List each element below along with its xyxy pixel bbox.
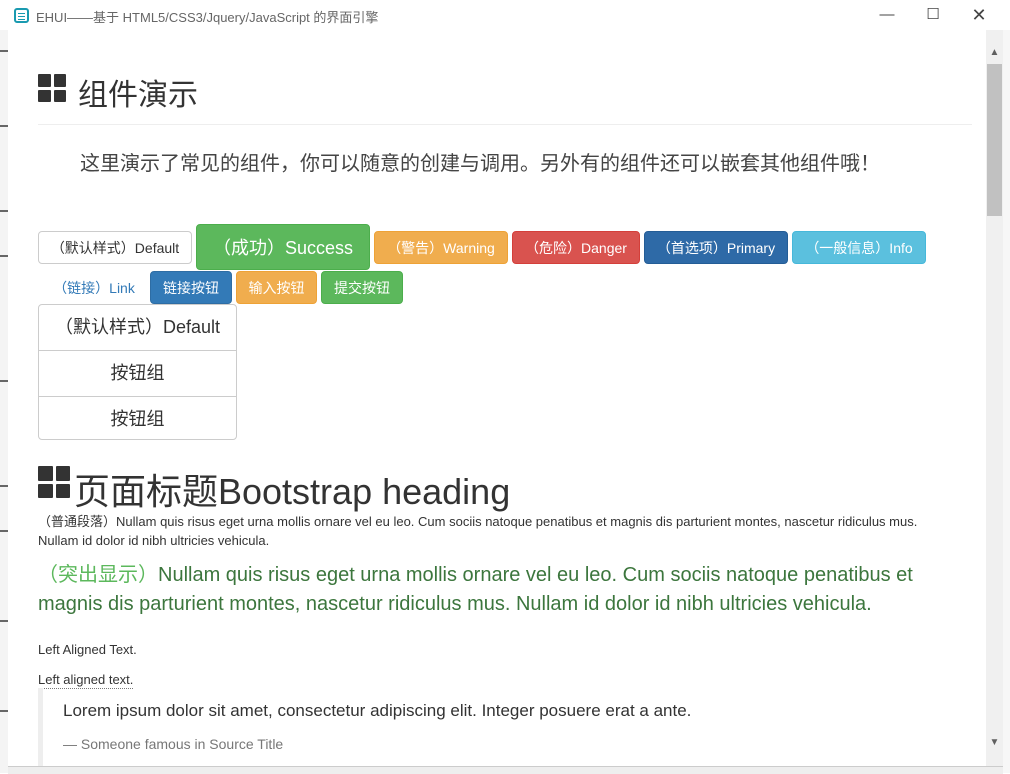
anchor-button[interactable]: 链接按钮 (150, 271, 232, 304)
window-border-right (1003, 30, 1010, 773)
th-large-icon (38, 74, 66, 102)
primary-button[interactable]: （首选项）Primary (644, 231, 788, 264)
scroll-down-arrow-icon[interactable]: ▼ (986, 734, 1003, 751)
group-button[interactable]: 按钮组 (39, 351, 236, 397)
scroll-up-arrow-icon[interactable]: ▲ (986, 44, 1003, 61)
blockquote-source: — Someone famous in Source Title (63, 736, 284, 752)
submit-button[interactable]: 提交按钮 (321, 271, 403, 304)
info-button[interactable]: （一般信息）Info (792, 231, 926, 264)
page-lead: 这里演示了常见的组件，你可以随意的创建与调用。另外有的组件还可以嵌套其他组件哦！ (80, 153, 880, 175)
highlight-text: Nullam quis risus eget urna mollis ornar… (38, 564, 913, 615)
close-button[interactable]: ✕ (956, 0, 1002, 30)
body-paragraph: （普通段落）Nullam quis risus eget urna mollis… (38, 514, 918, 548)
link-button[interactable]: （链接）Link (46, 271, 142, 304)
default-button[interactable]: （默认样式）Default (38, 231, 192, 264)
blockquote-text: Lorem ipsum dolor sit amet, consectetur … (63, 701, 692, 720)
input-button[interactable]: 输入按钮 (236, 271, 317, 304)
vertical-scrollbar[interactable]: ▲ ▼ (986, 30, 1003, 766)
group-button-default[interactable]: （默认样式）Default (39, 305, 236, 351)
highlight-prefix: （突出显示） (38, 564, 158, 586)
page-title: 组件演示 (78, 79, 198, 112)
page-content: 组件演示 这里演示了常见的组件，你可以随意的创建与调用。另外有的组件还可以嵌套其… (8, 30, 986, 766)
success-button[interactable]: （成功）Success (196, 224, 370, 270)
blockquote: Lorem ipsum dolor sit amet, consectetur … (38, 688, 968, 766)
heading-divider (38, 124, 972, 125)
maximize-button[interactable]: ☐ (910, 0, 956, 30)
scroll-thumb[interactable] (987, 64, 1002, 216)
minimize-button[interactable]: — (864, 0, 910, 30)
title-bar: EHUI——基于 HTML5/CSS3/Jquery/JavaScript 的界… (0, 0, 1010, 30)
left-aligned-text: Left Aligned Text. (38, 642, 137, 657)
section-title: 页面标题Bootstrap heading (74, 471, 511, 512)
left-aligned-abbr: Left aligned text. (38, 672, 134, 689)
warning-button[interactable]: （警告）Warning (374, 231, 508, 264)
app-icon (14, 8, 29, 23)
group-button[interactable]: 按钮组 (39, 397, 236, 442)
vertical-button-group: （默认样式）Default 按钮组 按钮组 (38, 304, 237, 440)
danger-button[interactable]: （危险）Danger (512, 231, 640, 264)
window-title: EHUI——基于 HTML5/CSS3/Jquery/JavaScript 的界… (36, 10, 379, 25)
highlight-paragraph: （突出显示）Nullam quis risus eget urna mollis… (38, 561, 968, 619)
th-large-icon (38, 466, 70, 498)
